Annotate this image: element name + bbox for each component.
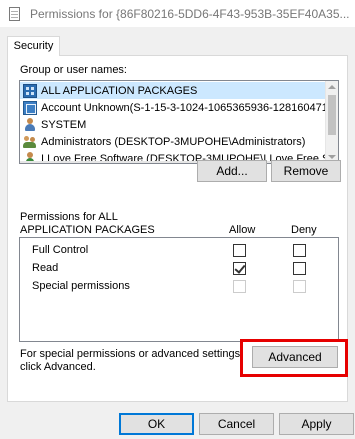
advanced-button-highlight [240,339,348,377]
permission-row-special-permissions: Special permissions [20,278,338,296]
full-control-deny-checkbox[interactable] [293,244,306,257]
list-item-label: Administrators (DESKTOP-3MUPOHE\Administ… [41,135,306,148]
list-item-account-unknown[interactable]: Account Unknown(S-1-15-3-1024-1065365936… [20,99,326,116]
scroll-up-arrow-icon[interactable] [328,85,336,89]
special-permissions-deny-checkbox [293,280,306,293]
permissions-dialog: Permissions for {86F80216-5DD6-4F43-953B… [0,0,355,439]
special-permissions-allow-checkbox [233,280,246,293]
list-item-all-application-packages[interactable]: ALL APPLICATION PACKAGES [20,82,326,99]
list-item-label: ALL APPLICATION PACKAGES [41,84,198,97]
ok-button[interactable]: OK [119,413,194,435]
group-names-label: Group or user names: [20,64,127,76]
package-icon [23,83,37,98]
permission-name: Full Control [32,244,89,256]
list-item-system[interactable]: SYSTEM [20,116,326,133]
permissions-list: Full Control Read Special permissions [19,237,339,342]
permission-name: Special permissions [32,280,130,292]
add-button[interactable]: Add... [197,160,267,182]
permission-row-read: Read [20,260,338,278]
full-control-allow-checkbox[interactable] [233,244,246,257]
tab-security[interactable]: Security [7,36,60,56]
unknown-account-icon [23,100,37,115]
list-item-label: Account Unknown(S-1-15-3-1024-1065365936… [41,101,326,114]
user-icon [23,117,37,132]
allow-column-header: Allow [229,224,256,236]
cancel-button[interactable]: Cancel [199,413,274,435]
window-title: Permissions for {86F80216-5DD6-4F43-953B… [30,6,350,21]
title-bar: Permissions for {86F80216-5DD6-4F43-953B… [0,0,355,27]
permissions-label-line2: APPLICATION PACKAGES [20,224,155,236]
users-group-icon [23,135,37,149]
scroll-thumb[interactable] [328,95,336,135]
apply-button[interactable]: Apply [279,413,354,435]
advanced-help-text-line1: For special permissions or advanced sett… [20,348,244,360]
list-item-label: SYSTEM [41,118,87,131]
list-vertical-scrollbar[interactable] [325,81,338,163]
group-user-list[interactable]: ALL APPLICATION PACKAGES Account Unknown… [19,80,339,164]
permission-row-full-control: Full Control [20,242,338,260]
scroll-down-arrow-icon[interactable] [328,155,336,159]
read-allow-checkbox[interactable] [233,262,246,275]
read-deny-checkbox[interactable] [293,262,306,275]
deny-column-header: Deny [291,224,317,236]
permission-name: Read [32,262,59,274]
list-item-administrators[interactable]: Administrators (DESKTOP-3MUPOHE\Administ… [20,133,326,150]
advanced-help-text-line2: click Advanced. [20,361,96,373]
remove-button[interactable]: Remove [271,160,341,182]
document-icon [7,6,23,22]
permissions-label-line1: Permissions for ALL [20,211,118,223]
